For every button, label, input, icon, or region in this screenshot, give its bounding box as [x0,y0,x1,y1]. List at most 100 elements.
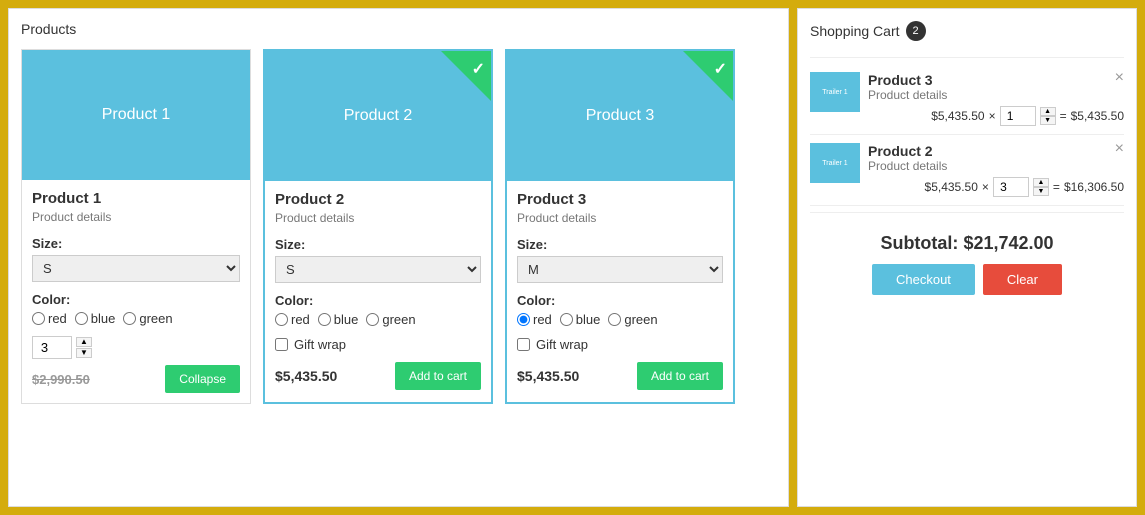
cart-item-name-1: Product 3 [868,72,1124,88]
radio-red-1[interactable] [32,312,45,325]
collapse-label-1: Collapse [179,372,226,386]
color-green-2[interactable]: green [366,312,415,327]
quantity-input-1[interactable] [32,336,72,359]
checkout-button[interactable]: Checkout [872,264,975,295]
radio-green-2[interactable] [366,313,379,326]
cart-item-detail-2: Product details [868,159,1124,173]
cart-item-thumb-1: Trailer 1 [810,72,860,112]
cart-remove-btn-1[interactable]: × [1115,70,1124,86]
checkmark-badge-3: ✓ [683,51,733,101]
cart-item-thumb-2: Trailer 1 [810,143,860,183]
clear-button[interactable]: Clear [983,264,1062,295]
cart-thumb-label-2: Trailer 1 [822,160,847,167]
size-select-3[interactable]: SMLXL [517,256,723,283]
cart-item-name-2: Product 2 [868,143,1124,159]
cart-multiply-1: × [989,109,996,123]
cart-unit-price-1: $5,435.50 [931,109,984,123]
product-card-3: Product 3 ✓ Product 3 Product details Si… [505,49,735,404]
subtotal-row: Subtotal: $21,742.00 [810,219,1124,264]
size-select-2[interactable]: SMLXL [275,256,481,283]
check-icon-3: ✓ [714,59,727,79]
product-image-2: Product 2 ✓ [265,51,491,181]
cart-remove-btn-2[interactable]: × [1115,141,1124,157]
cart-item-pricing-1: $5,435.50 × ▲ ▼ = $5,435.50 [868,106,1124,126]
color-blue-2[interactable]: blue [318,312,359,327]
color-blue-3[interactable]: blue [560,312,601,327]
cart-actions: Checkout Clear [810,264,1124,295]
cart-qty-up-2[interactable]: ▲ [1033,178,1049,187]
cart-spinner-1: ▲ ▼ [1040,107,1056,125]
product-image-label-2: Product 2 [344,107,412,125]
product-footer-2: $5,435.50 Add to cart [275,362,481,390]
product-image-label-1: Product 1 [102,106,170,124]
color-group-3: red blue green [517,312,723,327]
color-blue-1[interactable]: blue [75,311,116,326]
cart-badge: 2 [906,21,926,41]
subtotal-value: $21,742.00 [963,233,1053,253]
cart-title-label: Shopping Cart [810,23,900,39]
cart-qty-input-2[interactable] [993,177,1029,197]
radio-green-1[interactable] [123,312,136,325]
add-to-cart-btn-3[interactable]: Add to cart [637,362,723,390]
giftwrap-row-2: Gift wrap [275,337,481,352]
add-to-cart-btn-1[interactable]: Collapse [165,365,240,393]
product-footer-1: $2,990.50 Collapse [32,365,240,393]
color-label-3: Color: [517,293,723,308]
products-grid: Product 1 Product 1 Product details Size… [21,49,776,404]
color-red-1[interactable]: red [32,311,67,326]
product-image-label-3: Product 3 [586,107,654,125]
radio-blue-1[interactable] [75,312,88,325]
radio-blue-2[interactable] [318,313,331,326]
radio-blue-3[interactable] [560,313,573,326]
size-select-1[interactable]: SMLXL [32,255,240,282]
color-label-1: Color: [32,292,240,307]
radio-red-2[interactable] [275,313,288,326]
giftwrap-row-3: Gift wrap [517,337,723,352]
products-panel: Products Product 1 Product 1 Product det… [8,8,789,507]
check-icon-2: ✓ [472,59,485,79]
giftwrap-checkbox-3[interactable] [517,338,530,351]
product-price-1: $2,990.50 [32,372,90,387]
product-details-3: Product details [517,211,723,225]
product-price-3: $5,435.50 [517,368,579,384]
cart-qty-down-2[interactable]: ▼ [1033,187,1049,196]
giftwrap-label-3: Gift wrap [536,337,588,352]
cart-qty-down-1[interactable]: ▼ [1040,116,1056,125]
giftwrap-label-2: Gift wrap [294,337,346,352]
cart-equals-2: = [1053,180,1060,194]
size-label-3: Size: [517,237,723,252]
quantity-row-1: ▲ ▼ [32,336,240,359]
color-red-2[interactable]: red [275,312,310,327]
cart-qty-input-1[interactable] [1000,106,1036,126]
color-label-2: Color: [275,293,481,308]
cart-item-pricing-2: $5,435.50 × ▲ ▼ = $16,306.50 [868,177,1124,197]
qty-down-1[interactable]: ▼ [76,348,92,358]
color-group-2: red blue green [275,312,481,327]
product-image-3: Product 3 ✓ [507,51,733,181]
qty-up-1[interactable]: ▲ [76,337,92,347]
color-green-1[interactable]: green [123,311,172,326]
color-group-1: red blue green [32,311,240,326]
product-body-1: Product 1 Product details Size: SMLXL Co… [22,180,250,403]
product-card-2: Product 2 ✓ Product 2 Product details Si… [263,49,493,404]
cart-multiply-2: × [982,180,989,194]
product-body-2: Product 2 Product details Size: SMLXL Co… [265,181,491,400]
cart-equals-1: = [1060,109,1067,123]
cart-divider-bottom [810,212,1124,213]
add-to-cart-btn-2[interactable]: Add to cart [395,362,481,390]
radio-red-3[interactable] [517,313,530,326]
cart-qty-up-1[interactable]: ▲ [1040,107,1056,116]
products-title: Products [21,21,776,37]
cart-item-info-2: Product 2 Product details $5,435.50 × ▲ … [868,143,1124,197]
color-green-3[interactable]: green [608,312,657,327]
cart-total-2: $16,306.50 [1064,180,1124,194]
radio-green-3[interactable] [608,313,621,326]
spinner-1: ▲ ▼ [76,337,92,358]
product-name-1: Product 1 [32,190,240,207]
cart-spinner-2: ▲ ▼ [1033,178,1049,196]
product-price-2: $5,435.50 [275,368,337,384]
giftwrap-checkbox-2[interactable] [275,338,288,351]
color-red-3[interactable]: red [517,312,552,327]
size-label-1: Size: [32,236,240,251]
cart-item-detail-1: Product details [868,88,1124,102]
